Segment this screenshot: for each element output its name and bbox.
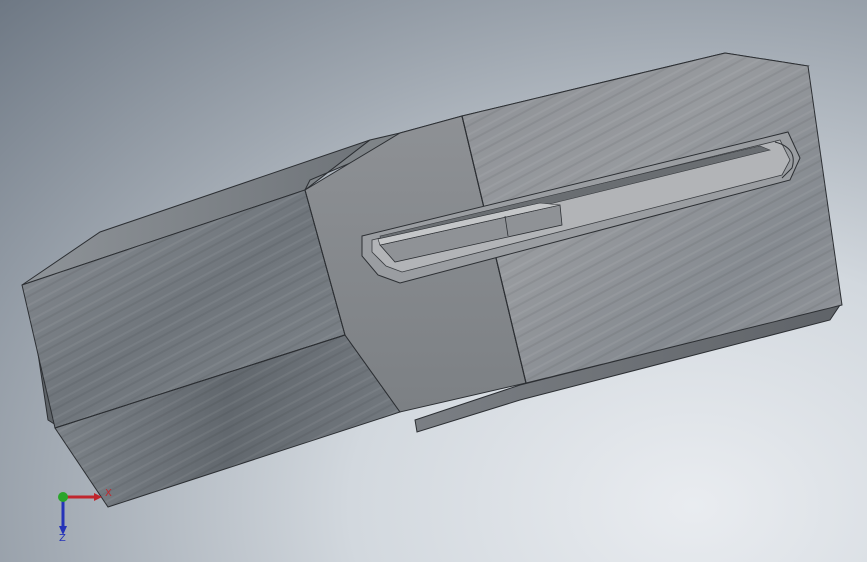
x-axis-arrow xyxy=(94,493,102,501)
model-view[interactable] xyxy=(0,0,867,562)
y-axis-dot xyxy=(58,492,68,502)
z-axis-label: Z xyxy=(59,533,66,544)
axis-triad: X Z xyxy=(50,484,112,544)
graphics-viewport[interactable]: X Z xyxy=(0,0,867,562)
x-axis-label: X xyxy=(105,488,112,499)
